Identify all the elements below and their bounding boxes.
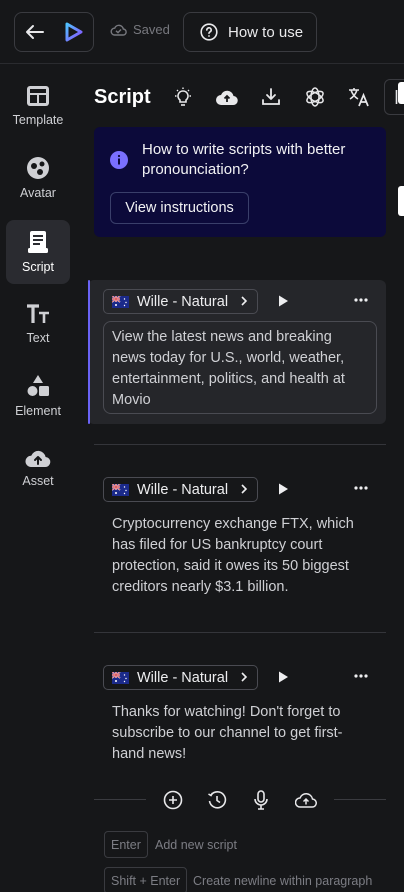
sidebar-item-label: Avatar: [20, 186, 56, 200]
sidebar-item-label: Text: [26, 331, 50, 345]
app-logo[interactable]: [55, 13, 93, 51]
cloud-check-icon: [110, 24, 127, 36]
logo-icon: [65, 22, 83, 42]
add-script-toolbar: [94, 786, 386, 812]
sidebar-item-text[interactable]: Text: [6, 292, 70, 356]
bulb-icon: [174, 87, 191, 106]
sidebar-item-asset[interactable]: Asset: [6, 436, 70, 500]
edge-artifact: [398, 82, 404, 104]
sidebar-item-label: Asset: [22, 474, 54, 488]
ai-write-button[interactable]: [293, 82, 337, 112]
script-paragraph[interactable]: Wille - Natural View the latest news and…: [88, 280, 386, 424]
script-icon: [28, 231, 48, 253]
back-logo-group: [14, 12, 94, 52]
plus-circle-icon: [163, 790, 183, 810]
sidebar-item-label: Template: [12, 113, 64, 127]
translate-button[interactable]: [337, 82, 381, 112]
cloud-upload-outline-icon: [295, 792, 317, 808]
play-icon[interactable]: [276, 670, 290, 684]
shift-enter-hint: Create newline within paragraph: [193, 874, 373, 888]
translate-icon: [348, 88, 369, 107]
add-paragraph-button[interactable]: [162, 789, 184, 811]
text-icon: [27, 304, 49, 323]
microphone-icon: [254, 790, 268, 810]
play-icon[interactable]: [276, 294, 290, 308]
upload-button[interactable]: [205, 82, 249, 112]
element-icon: [27, 375, 49, 396]
save-status: Saved: [110, 22, 170, 37]
sidebar-item-label: Script: [22, 260, 54, 274]
more-options-icon[interactable]: [354, 674, 368, 678]
avatar-icon: [27, 157, 49, 179]
voice-name: Wille - Natural: [137, 481, 229, 498]
back-button[interactable]: [15, 13, 55, 51]
view-instructions-button[interactable]: View instructions: [110, 192, 249, 224]
divider: [94, 799, 146, 800]
chevron-right-icon: [241, 672, 248, 682]
enter-key-badge: Enter: [104, 831, 148, 858]
asset-icon: [25, 450, 51, 468]
save-status-label: Saved: [133, 22, 170, 37]
banner-text: How to write scripts with better pronoun…: [142, 141, 346, 178]
more-options-icon[interactable]: [354, 298, 368, 302]
how-to-use-label: How to use: [228, 23, 304, 41]
edge-artifact: [398, 186, 404, 216]
record-audio-button[interactable]: [250, 789, 272, 811]
enter-hint: Add new script: [155, 838, 237, 852]
pronunciation-banner: How to write scripts with better pronoun…: [94, 127, 386, 237]
script-text[interactable]: Thanks for watching! Don't forget to sub…: [112, 702, 368, 765]
voice-selector[interactable]: Wille - Natural: [103, 289, 258, 314]
script-text-editor[interactable]: View the latest news and breaking news t…: [103, 321, 377, 414]
how-to-use-button[interactable]: How to use: [183, 12, 317, 52]
divider: [94, 444, 386, 445]
script-panel: Script How to write scripts with better …: [76, 64, 404, 892]
australia-flag-icon: [112, 295, 129, 308]
openai-icon: [305, 87, 324, 107]
template-icon: [27, 86, 49, 106]
voice-selector[interactable]: Wille - Natural: [103, 665, 258, 690]
more-options-icon[interactable]: [354, 486, 368, 490]
script-title: Script: [94, 85, 151, 108]
help-circle-icon: [200, 23, 218, 41]
voice-selector[interactable]: Wille - Natural: [103, 477, 258, 502]
chevron-right-icon: [241, 296, 248, 306]
ideas-button[interactable]: [161, 82, 205, 112]
sidebar-item-element[interactable]: Element: [6, 364, 70, 428]
download-icon: [261, 88, 280, 105]
voice-name: Wille - Natural: [137, 669, 229, 686]
add-pause-button[interactable]: [206, 789, 228, 811]
voice-name: Wille - Natural: [137, 293, 229, 310]
arrow-left-icon: [26, 25, 44, 39]
timer-icon: [208, 791, 227, 809]
script-header: Script: [94, 79, 404, 115]
info-icon: [110, 151, 128, 169]
download-button[interactable]: [249, 82, 293, 112]
divider: [94, 632, 386, 633]
top-bar: Saved How to use: [0, 0, 404, 64]
left-sidebar: Template Avatar Script Text Element Asse…: [0, 64, 76, 892]
sidebar-item-template[interactable]: Template: [6, 74, 70, 138]
upload-audio-button[interactable]: [295, 789, 317, 811]
script-paragraph[interactable]: Wille - Natural Thanks for watching! Don…: [88, 656, 386, 766]
sidebar-item-script[interactable]: Script: [6, 220, 70, 284]
sidebar-item-avatar[interactable]: Avatar: [6, 146, 70, 210]
australia-flag-icon: [112, 671, 129, 684]
cloud-upload-icon: [215, 90, 238, 106]
chevron-right-icon: [241, 484, 248, 494]
play-icon[interactable]: [276, 482, 290, 496]
australia-flag-icon: [112, 483, 129, 496]
shift-enter-key-badge: Shift + Enter: [104, 867, 188, 892]
script-paragraph[interactable]: Wille - Natural Cryptocurrency exchange …: [88, 468, 386, 608]
script-text[interactable]: Cryptocurrency exchange FTX, which has f…: [112, 514, 368, 598]
sidebar-item-label: Element: [15, 404, 61, 418]
divider: [334, 799, 386, 800]
